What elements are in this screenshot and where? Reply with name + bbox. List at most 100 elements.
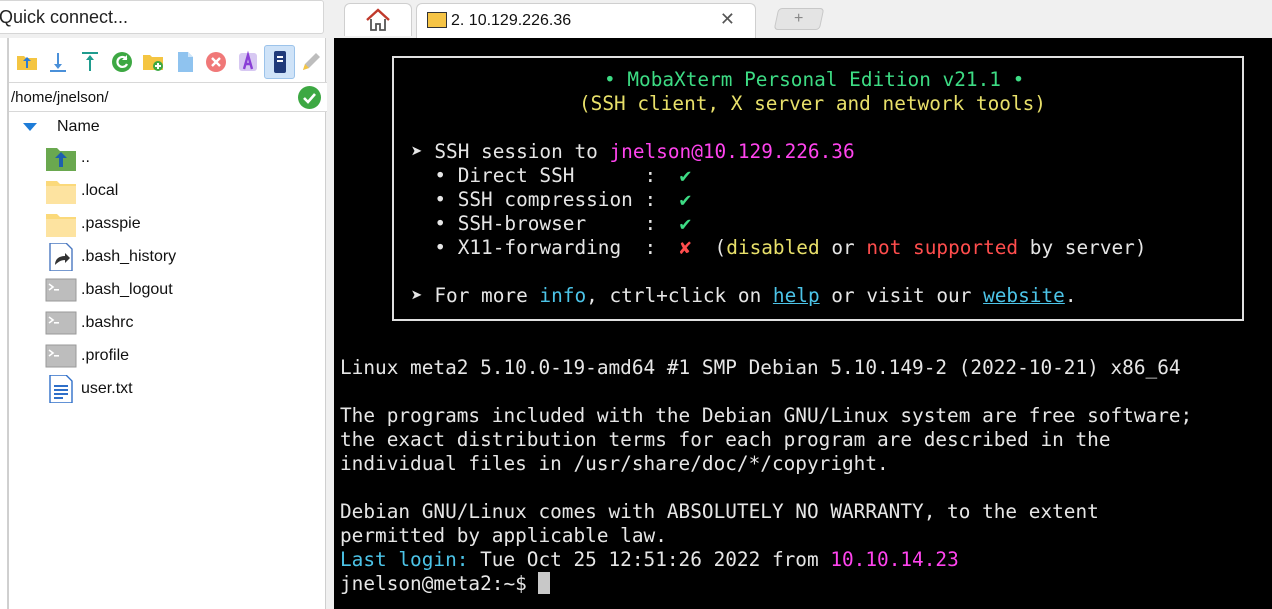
- x11-or: or: [819, 236, 867, 259]
- last-login-label: Last login:: [340, 548, 469, 571]
- file-row[interactable]: .local: [9, 175, 327, 208]
- feature-direct-ssh: • Direct SSH : ✔: [411, 164, 691, 188]
- new-folder-icon: [143, 55, 164, 71]
- rename-icon: [238, 50, 257, 71]
- edit-button[interactable]: [295, 45, 327, 79]
- last-login-line: Last login: Tue Oct 25 12:51:26 2022 fro…: [340, 548, 959, 572]
- file-name: .bashrc: [81, 314, 134, 331]
- motd-line-3: individual files in /usr/share/doc/*/cop…: [340, 452, 889, 475]
- feature-ssh-browser: • SSH-browser : ✔: [411, 212, 691, 236]
- close-tab-icon[interactable]: ✕: [720, 9, 735, 30]
- x11-not-supported: not supported: [866, 236, 1019, 259]
- delete-button[interactable]: [201, 45, 233, 79]
- plus-icon: +: [794, 10, 804, 27]
- current-path[interactable]: /home/jnelson/: [11, 89, 109, 106]
- follow-terminal-icon: [273, 51, 286, 73]
- uname-line: Linux meta2 5.10.0-19-amd64 #1 SMP Debia…: [340, 356, 1181, 379]
- file-row[interactable]: .bash_logout: [9, 274, 327, 307]
- folder-icon: [45, 177, 77, 205]
- file-name: .bash_history: [81, 248, 177, 265]
- shell-prompt: jnelson@meta2:~$: [340, 572, 539, 595]
- feature-label: • Direct SSH :: [411, 164, 680, 187]
- x11-disabled: disabled: [726, 236, 820, 259]
- download-button[interactable]: [43, 45, 75, 79]
- delete-icon: [206, 52, 227, 72]
- tab-bar: 2. 10.129.226.36 ✕ +: [334, 0, 1272, 38]
- upload-icon: [81, 52, 98, 71]
- cross-icon: ✘: [679, 236, 692, 259]
- quick-connect-input[interactable]: [0, 1, 323, 33]
- tab-session-title: 2. 10.129.226.36: [451, 12, 572, 29]
- upload-button[interactable]: [74, 45, 106, 79]
- last-login-ip: 10.10.14.23: [830, 548, 959, 571]
- name-column-header[interactable]: Name: [9, 116, 327, 138]
- file-name: user.txt: [81, 380, 133, 397]
- edit-icon: [303, 53, 321, 70]
- file-row[interactable]: .bashrc: [9, 307, 327, 340]
- file-name: .profile: [81, 347, 130, 364]
- feature-ssh-compression: • SSH compression : ✔: [411, 188, 691, 212]
- banner-subtitle: (SSH client, X server and network tools): [579, 92, 1046, 115]
- file-name: .passpie: [81, 215, 141, 232]
- warranty-line-2: permitted by applicable law.: [340, 524, 667, 547]
- home-icon: [366, 8, 390, 31]
- website-link[interactable]: website: [983, 284, 1065, 307]
- file-row[interactable]: ..: [9, 142, 327, 175]
- text-file-icon: [45, 374, 77, 404]
- new-tab-button[interactable]: +: [773, 8, 825, 30]
- info-link[interactable]: info: [539, 284, 586, 307]
- help-link[interactable]: help: [773, 284, 820, 307]
- parent-folder-icon: [16, 56, 37, 70]
- check-icon: ✔: [679, 212, 692, 235]
- check-icon: ✔: [679, 164, 692, 187]
- path-ok-icon[interactable]: [298, 86, 321, 109]
- feature-x11-forwarding: • X11-forwarding : ✘ (disabled or not su…: [411, 236, 1147, 260]
- sftp-browser: /home/jnelson/ Name .. .local .passpie .bas…: [8, 38, 327, 609]
- tab-home[interactable]: [344, 3, 412, 36]
- refresh-icon: [111, 52, 132, 72]
- last-login-value: Tue Oct 25 12:51:26 2022 from: [468, 548, 831, 571]
- more-text: or visit our: [819, 284, 984, 307]
- refresh-button[interactable]: [106, 45, 138, 79]
- sidebar-strip: [0, 38, 8, 609]
- feature-label: • SSH-browser :: [411, 212, 680, 235]
- terminal[interactable]: • MobaXterm Personal Edition v21.1 • (SS…: [334, 38, 1272, 609]
- file-row[interactable]: .passpie: [9, 208, 327, 241]
- more-text: ➤ For more: [411, 284, 540, 307]
- more-text: , ctrl+click on: [586, 284, 773, 307]
- shell-script-icon: [45, 276, 77, 304]
- sort-descending-icon: [23, 123, 37, 131]
- banner-title: • MobaXterm Personal Edition v21.1 •: [604, 68, 1025, 91]
- path-bar[interactable]: /home/jnelson/: [9, 82, 327, 112]
- x11-note-close: by server): [1018, 236, 1147, 259]
- session-prefix: ➤ SSH session to: [411, 140, 610, 163]
- rename-button[interactable]: [232, 45, 264, 79]
- file-name: .bash_logout: [81, 281, 173, 298]
- parent-folder-icon: [45, 144, 77, 172]
- x11-note: (: [691, 236, 727, 259]
- motd-line-2: the exact distribution terms for each pr…: [340, 428, 1111, 451]
- file-row[interactable]: .profile: [9, 340, 327, 373]
- more-info-line: ➤ For more info, ctrl+click on help or v…: [411, 284, 1077, 308]
- quick-connect-box[interactable]: [0, 0, 324, 34]
- check-icon: ✔: [679, 188, 692, 211]
- new-file-button[interactable]: [169, 45, 201, 79]
- prompt-line[interactable]: jnelson@meta2:~$: [340, 572, 551, 596]
- ssh-session-line: ➤ SSH session to jnelson@10.129.226.36: [411, 140, 855, 164]
- session-target: jnelson@10.129.226.36: [609, 140, 855, 163]
- column-header-label: Name: [57, 118, 100, 135]
- new-folder-button[interactable]: [137, 45, 169, 79]
- warranty-line-1: Debian GNU/Linux comes with ABSOLUTELY N…: [340, 500, 1099, 523]
- parent-folder-button[interactable]: [11, 45, 43, 79]
- motd-line-1: The programs included with the Debian GN…: [340, 404, 1193, 427]
- file-row[interactable]: user.txt: [9, 373, 327, 406]
- shortcut-file-icon: [45, 242, 77, 272]
- more-text: .: [1064, 284, 1077, 307]
- new-file-icon: [177, 52, 193, 72]
- feature-label: • SSH compression :: [411, 188, 680, 211]
- follow-terminal-button[interactable]: [263, 45, 296, 79]
- file-name: ..: [81, 149, 90, 166]
- tab-session[interactable]: 2. 10.129.226.36 ✕: [416, 3, 756, 38]
- file-row[interactable]: .bash_history: [9, 241, 327, 274]
- terminal-cursor: [538, 572, 551, 594]
